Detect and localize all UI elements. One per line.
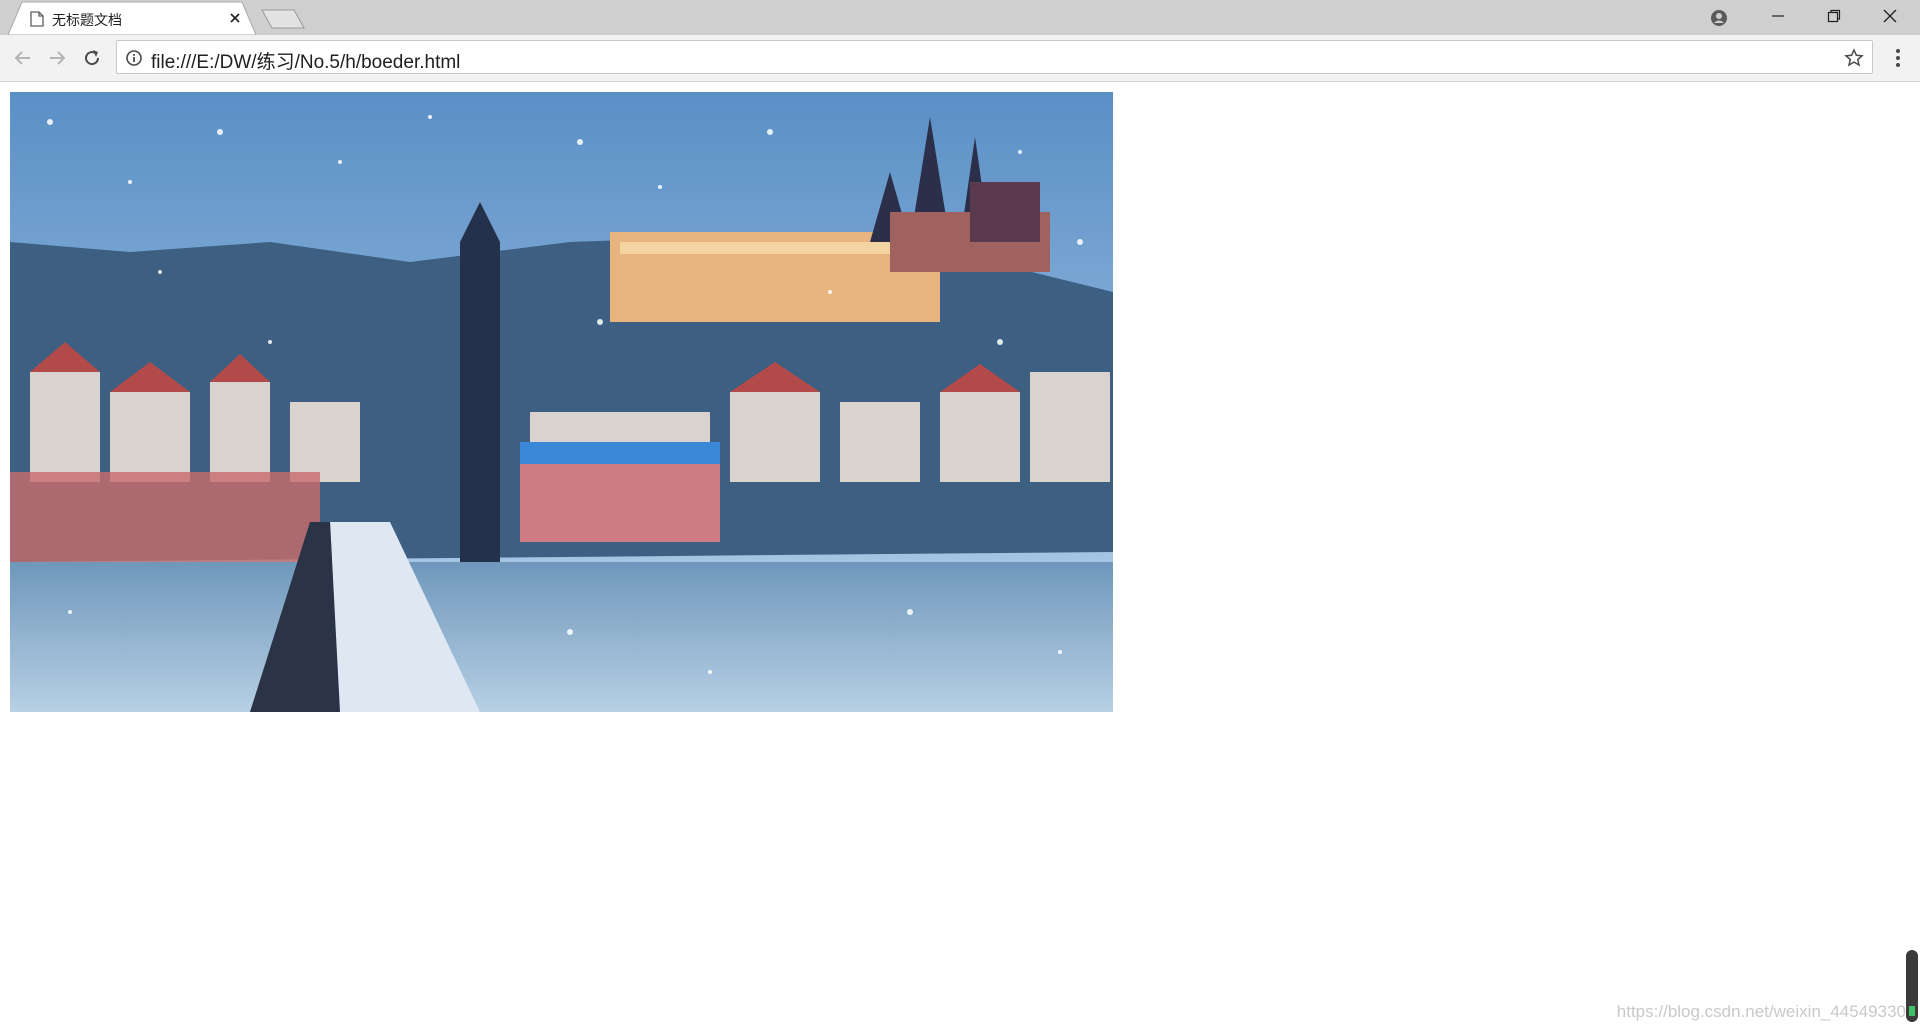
tab-strip: 无标题文档: [0, 0, 1920, 35]
more-vert-icon[interactable]: [1886, 46, 1910, 70]
minimize-icon: [1772, 15, 1784, 17]
reload-icon[interactable]: [80, 46, 104, 70]
close-window-button[interactable]: [1862, 0, 1918, 32]
tab-title: 无标题文档: [52, 12, 122, 28]
new-tab-icon[interactable]: [260, 7, 308, 31]
info-icon[interactable]: [125, 49, 143, 67]
page-content: https://blog.csdn.net/weixin_44549330: [0, 82, 1920, 1030]
minimize-button[interactable]: [1750, 0, 1806, 32]
document-icon: [30, 11, 44, 27]
address-bar[interactable]: file:///E:/DW/练习/No.5/h/boeder.html: [116, 40, 1873, 74]
tab-shape: [8, 1, 256, 35]
close-icon: [1883, 9, 1897, 23]
forward-arrow-icon[interactable]: [45, 46, 69, 70]
account-circle-icon[interactable]: [1706, 5, 1732, 31]
restore-button[interactable]: [1806, 0, 1862, 32]
star-icon[interactable]: [1844, 48, 1864, 68]
city-photo: [10, 92, 1113, 712]
back-arrow-icon[interactable]: [11, 46, 35, 70]
address-url[interactable]: file:///E:/DW/练习/No.5/h/boeder.html: [151, 47, 460, 74]
tab-close-icon[interactable]: [227, 10, 243, 26]
side-widget-handle[interactable]: [1906, 950, 1918, 1022]
browser-toolbar: file:///E:/DW/练习/No.5/h/boeder.html: [0, 35, 1920, 82]
restore-icon: [1827, 9, 1841, 23]
snowy-city-image: [10, 92, 1113, 712]
status-indicator: [1909, 1006, 1915, 1016]
tab-active[interactable]: 无标题文档: [8, 1, 256, 35]
watermark-text: https://blog.csdn.net/weixin_44549330: [1616, 1002, 1906, 1021]
